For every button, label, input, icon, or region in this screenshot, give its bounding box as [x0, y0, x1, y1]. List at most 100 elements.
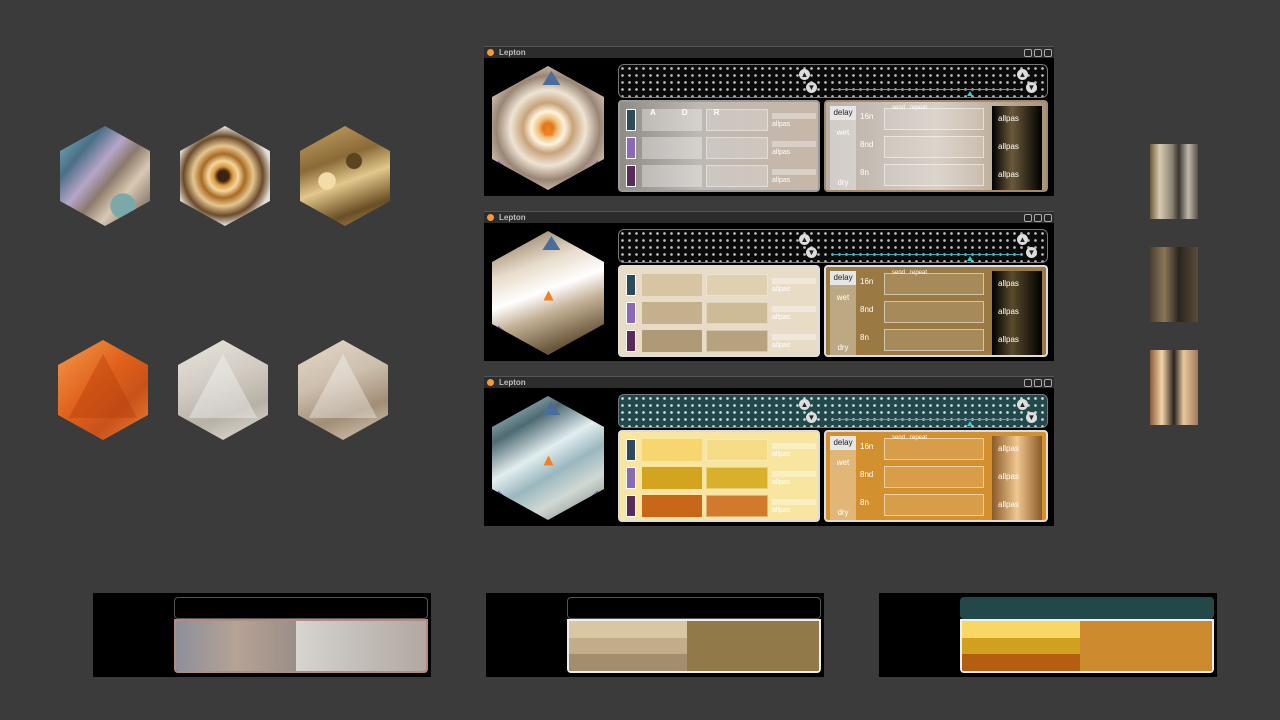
theme-swatch-1[interactable] [93, 593, 431, 677]
triangle-right-icon[interactable] [578, 160, 599, 177]
window-btn-icon[interactable] [1044, 48, 1052, 57]
filter-select[interactable]: allpas [772, 121, 816, 128]
sequencer-grid[interactable]: ▲ ▼ ▲ ▼ [618, 64, 1048, 98]
close-dot-icon[interactable] [487, 379, 494, 386]
send-repeat-control[interactable] [884, 494, 984, 516]
fx-filter-select[interactable]: allpas [998, 170, 1019, 179]
waveform-display[interactable] [706, 302, 768, 324]
hexagon-display[interactable] [492, 66, 604, 190]
envelope-display[interactable] [642, 467, 702, 489]
note-select[interactable]: 8n [860, 333, 869, 342]
waveform-display[interactable] [706, 467, 768, 489]
envelope-display[interactable] [642, 274, 702, 296]
window-btn-icon[interactable] [1034, 48, 1042, 57]
titlebar[interactable]: Lepton [484, 211, 1054, 223]
triangle-left-icon[interactable] [497, 325, 518, 342]
fx-filter-select[interactable]: allpas [998, 142, 1019, 151]
triangle-top-icon[interactable] [542, 70, 561, 85]
fx-filter-select[interactable]: allpas [998, 307, 1019, 316]
delay-button[interactable]: delay [830, 106, 856, 120]
titlebar[interactable]: Lepton [484, 376, 1054, 388]
theme-swatch-2[interactable] [486, 593, 824, 677]
hexagon-display[interactable] [492, 396, 604, 520]
fx-filter-select[interactable]: allpas [998, 472, 1019, 481]
note-select[interactable]: 16n [860, 442, 873, 451]
filter-select[interactable]: allpas [772, 149, 816, 156]
send-repeat-control[interactable] [884, 164, 984, 186]
waveform-display[interactable] [706, 274, 768, 296]
send-repeat-control[interactable] [884, 466, 984, 488]
fx-filter-select[interactable]: allpas [998, 444, 1019, 453]
playhead-marker-icon[interactable] [967, 256, 973, 261]
voice-color-swatch[interactable] [626, 467, 636, 489]
window-btn-icon[interactable] [1024, 48, 1032, 57]
note-select[interactable]: 8n [860, 168, 869, 177]
hexagon-display[interactable] [492, 231, 604, 355]
send-repeat-control[interactable] [884, 273, 984, 295]
window-btn-icon[interactable] [1034, 378, 1042, 387]
note-select[interactable]: 8nd [860, 305, 873, 314]
send-repeat-control[interactable] [884, 329, 984, 351]
triangle-left-icon[interactable] [497, 490, 518, 507]
window-btn-icon[interactable] [1024, 378, 1032, 387]
envelope-display[interactable] [642, 330, 702, 352]
fx-filter-select[interactable]: allpas [998, 500, 1019, 509]
triangle-center-icon[interactable] [543, 455, 554, 466]
waveform-display[interactable] [706, 137, 768, 159]
triangle-right-icon[interactable] [578, 490, 599, 507]
voice-color-swatch[interactable] [626, 109, 636, 131]
close-dot-icon[interactable] [487, 49, 494, 56]
triangle-center-icon[interactable] [543, 125, 554, 136]
theme-swatch-3[interactable] [879, 593, 1217, 677]
triangle-top-icon[interactable] [542, 400, 561, 415]
delay-button[interactable]: delay [830, 436, 856, 450]
triangle-right-icon[interactable] [578, 325, 599, 342]
window-btn-icon[interactable] [1044, 378, 1052, 387]
voice-color-swatch[interactable] [626, 330, 636, 352]
filter-select[interactable]: allpas [772, 451, 816, 458]
triangle-center-icon[interactable] [543, 290, 554, 301]
close-dot-icon[interactable] [487, 214, 494, 221]
send-repeat-control[interactable] [884, 301, 984, 323]
sequencer-grid[interactable]: ▲ ▼ ▲ ▼ [618, 229, 1048, 263]
voice-color-swatch[interactable] [626, 302, 636, 324]
waveform-display[interactable] [706, 439, 768, 461]
filter-select[interactable]: allpas [772, 177, 816, 184]
fx-filter-select[interactable]: allpas [998, 335, 1019, 344]
fx-filter-select[interactable]: allpas [998, 114, 1019, 123]
envelope-display[interactable] [642, 109, 702, 131]
envelope-display[interactable] [642, 439, 702, 461]
filter-select[interactable]: allpas [772, 286, 816, 293]
voice-color-swatch[interactable] [626, 137, 636, 159]
filter-select[interactable]: allpas [772, 342, 816, 349]
voice-color-swatch[interactable] [626, 165, 636, 187]
note-select[interactable]: 8n [860, 498, 869, 507]
envelope-display[interactable] [642, 137, 702, 159]
note-select[interactable]: 16n [860, 112, 873, 121]
window-btn-icon[interactable] [1044, 213, 1052, 222]
send-repeat-control[interactable] [884, 108, 984, 130]
envelope-display[interactable] [642, 302, 702, 324]
send-repeat-control[interactable] [884, 438, 984, 460]
window-btn-icon[interactable] [1034, 213, 1042, 222]
delay-button[interactable]: delay [830, 271, 856, 285]
voice-color-swatch[interactable] [626, 274, 636, 296]
waveform-display[interactable] [706, 330, 768, 352]
playhead-marker-icon[interactable] [967, 91, 973, 96]
triangle-top-icon[interactable] [542, 235, 561, 250]
waveform-display[interactable] [706, 109, 768, 131]
note-select[interactable]: 8nd [860, 470, 873, 479]
filter-select[interactable]: allpas [772, 479, 816, 486]
filter-select[interactable]: allpas [772, 314, 816, 321]
note-select[interactable]: 16n [860, 277, 873, 286]
envelope-display[interactable] [642, 495, 702, 517]
send-repeat-control[interactable] [884, 136, 984, 158]
note-select[interactable]: 8nd [860, 140, 873, 149]
playhead-marker-icon[interactable] [967, 421, 973, 426]
window-btn-icon[interactable] [1024, 213, 1032, 222]
waveform-display[interactable] [706, 495, 768, 517]
filter-select[interactable]: allpas [772, 507, 816, 514]
voice-color-swatch[interactable] [626, 495, 636, 517]
waveform-display[interactable] [706, 165, 768, 187]
fx-filter-select[interactable]: allpas [998, 279, 1019, 288]
